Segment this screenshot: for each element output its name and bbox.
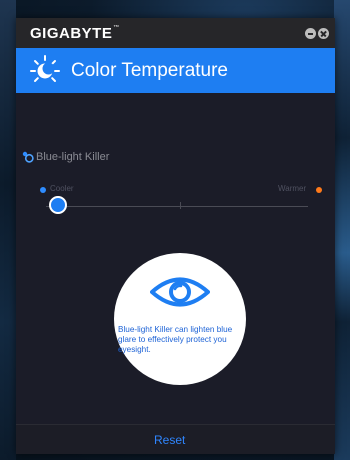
info-bubble: Blue-light Killer can lighten blue glare… [114, 253, 246, 385]
cooler-label: Cooler [50, 184, 74, 193]
warmer-indicator [316, 187, 322, 193]
blue-light-killer-label: Blue-light Killer [36, 151, 110, 163]
cooler-indicator [40, 187, 46, 193]
title-bar[interactable]: GIGABYTE™ [16, 18, 335, 48]
warmer-label: Warmer [278, 184, 307, 193]
moon-sun-icon [30, 55, 60, 82]
blue-light-slider-thumb[interactable] [49, 196, 67, 214]
desktop-wallpaper-left [0, 0, 16, 460]
minimize-icon[interactable] [305, 28, 316, 39]
page-title: Color Temperature [71, 60, 229, 81]
section-header: Color Temperature [16, 48, 335, 93]
blue-light-slider-track[interactable] [46, 206, 308, 207]
info-text: Blue-light Killer can lighten blue glare… [118, 325, 233, 354]
desktop-wallpaper-right [334, 0, 350, 460]
app-window: GIGABYTE™ Color Temperature Blue-light K… [16, 18, 335, 454]
brand-logo: GIGABYTE™ [30, 25, 120, 42]
toggle-dots-icon [22, 151, 34, 163]
reset-button[interactable]: Reset [154, 433, 185, 447]
close-icon[interactable] [318, 28, 329, 39]
settings-panel: Blue-light Killer Cooler Warmer Blue-lig… [16, 93, 335, 424]
footer-bar: Reset [16, 424, 335, 454]
eye-icon [150, 277, 210, 307]
slider-midpoint-tick [180, 202, 181, 209]
